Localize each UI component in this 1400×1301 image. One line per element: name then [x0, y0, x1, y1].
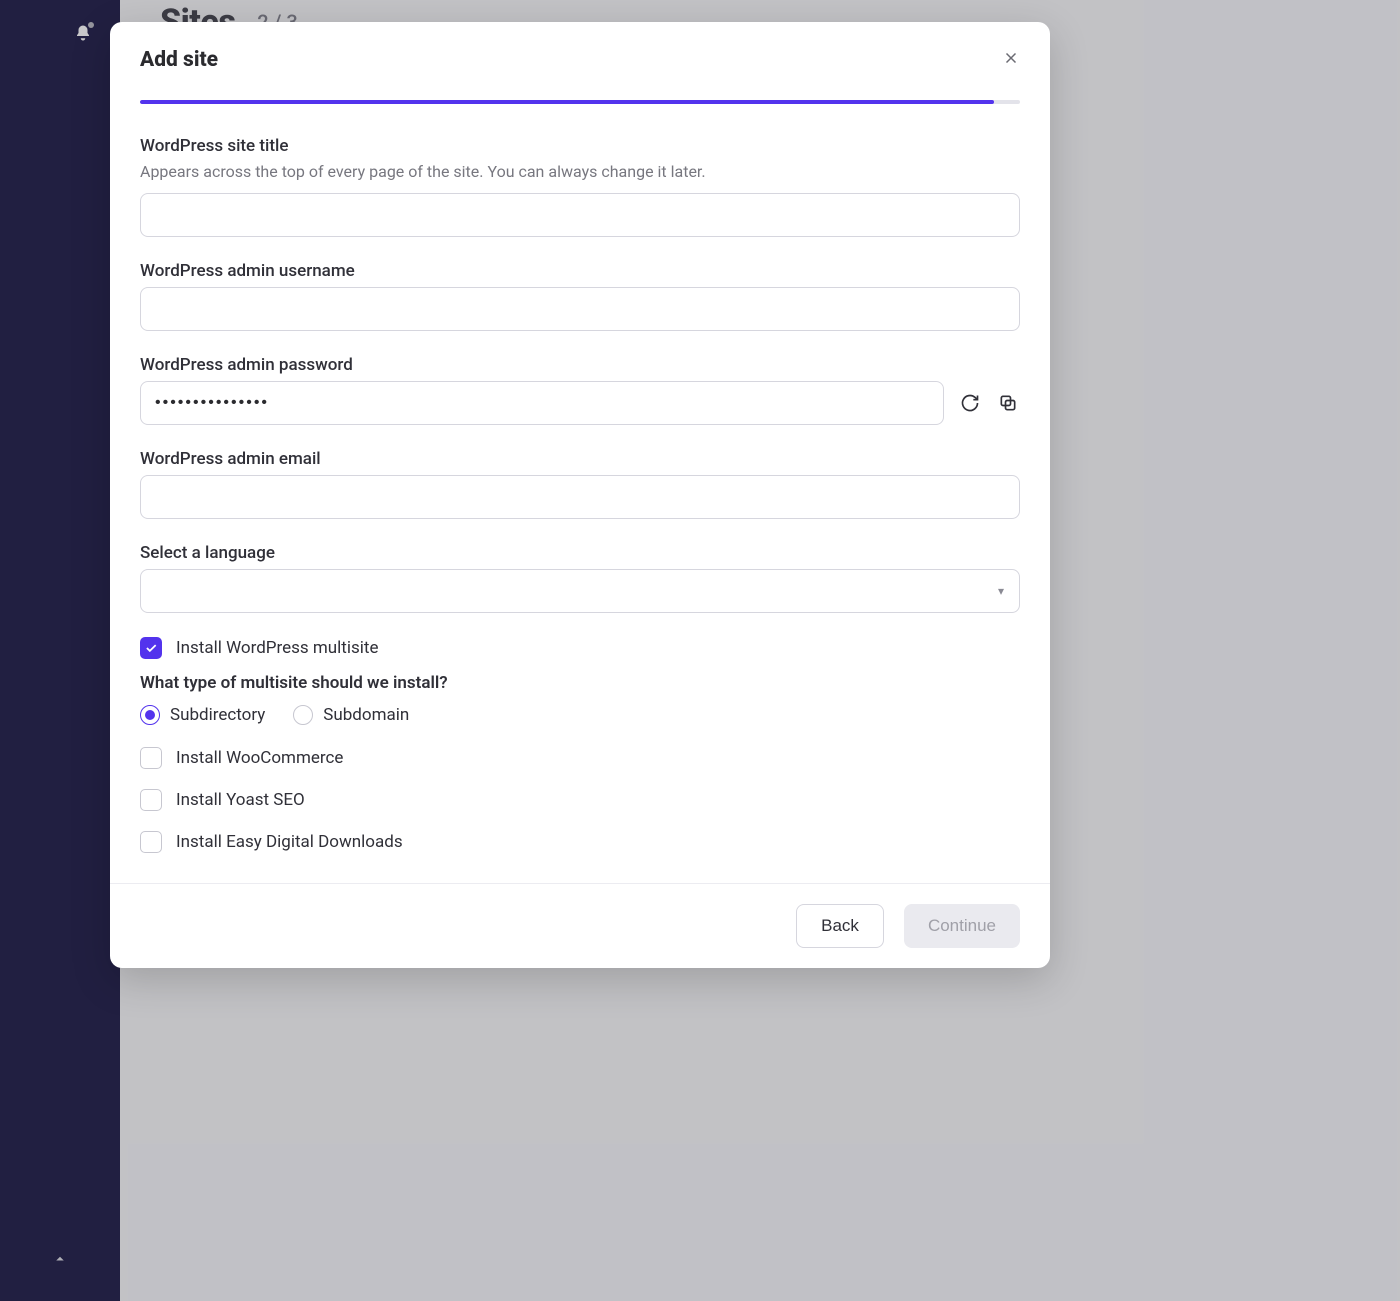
yoast-checkbox-label: Install Yoast SEO: [176, 790, 305, 810]
close-icon[interactable]: [1002, 49, 1020, 71]
subdirectory-radio[interactable]: [140, 705, 160, 725]
site-title-label: WordPress site title: [140, 136, 1020, 156]
continue-button[interactable]: Continue: [904, 904, 1020, 948]
subdirectory-radio-label: Subdirectory: [170, 705, 265, 725]
admin-password-input[interactable]: [140, 381, 944, 425]
regenerate-password-icon[interactable]: [958, 391, 982, 415]
site-title-help: Appears across the top of every page of …: [140, 162, 1020, 181]
subdomain-radio-label: Subdomain: [323, 705, 409, 725]
language-select[interactable]: [140, 569, 1020, 613]
multisite-checkbox-label: Install WordPress multisite: [176, 638, 379, 658]
progress-bar: [140, 100, 1020, 104]
woocommerce-checkbox-label: Install WooCommerce: [176, 748, 343, 768]
admin-username-input[interactable]: [140, 287, 1020, 331]
admin-email-input[interactable]: [140, 475, 1020, 519]
language-label: Select a language: [140, 543, 1020, 563]
woocommerce-checkbox[interactable]: [140, 747, 162, 769]
admin-username-label: WordPress admin username: [140, 261, 1020, 281]
modal-title: Add site: [140, 48, 218, 72]
yoast-checkbox[interactable]: [140, 789, 162, 811]
site-title-input[interactable]: [140, 193, 1020, 237]
edd-checkbox-label: Install Easy Digital Downloads: [176, 832, 403, 852]
admin-email-label: WordPress admin email: [140, 449, 1020, 469]
edd-checkbox[interactable]: [140, 831, 162, 853]
multisite-checkbox[interactable]: [140, 637, 162, 659]
add-site-modal: Add site WordPress site title Appears ac…: [110, 22, 1050, 968]
back-button[interactable]: Back: [796, 904, 884, 948]
admin-password-label: WordPress admin password: [140, 355, 1020, 375]
multisite-type-question: What type of multisite should we install…: [140, 673, 1020, 693]
subdomain-radio[interactable]: [293, 705, 313, 725]
copy-password-icon[interactable]: [996, 391, 1020, 415]
